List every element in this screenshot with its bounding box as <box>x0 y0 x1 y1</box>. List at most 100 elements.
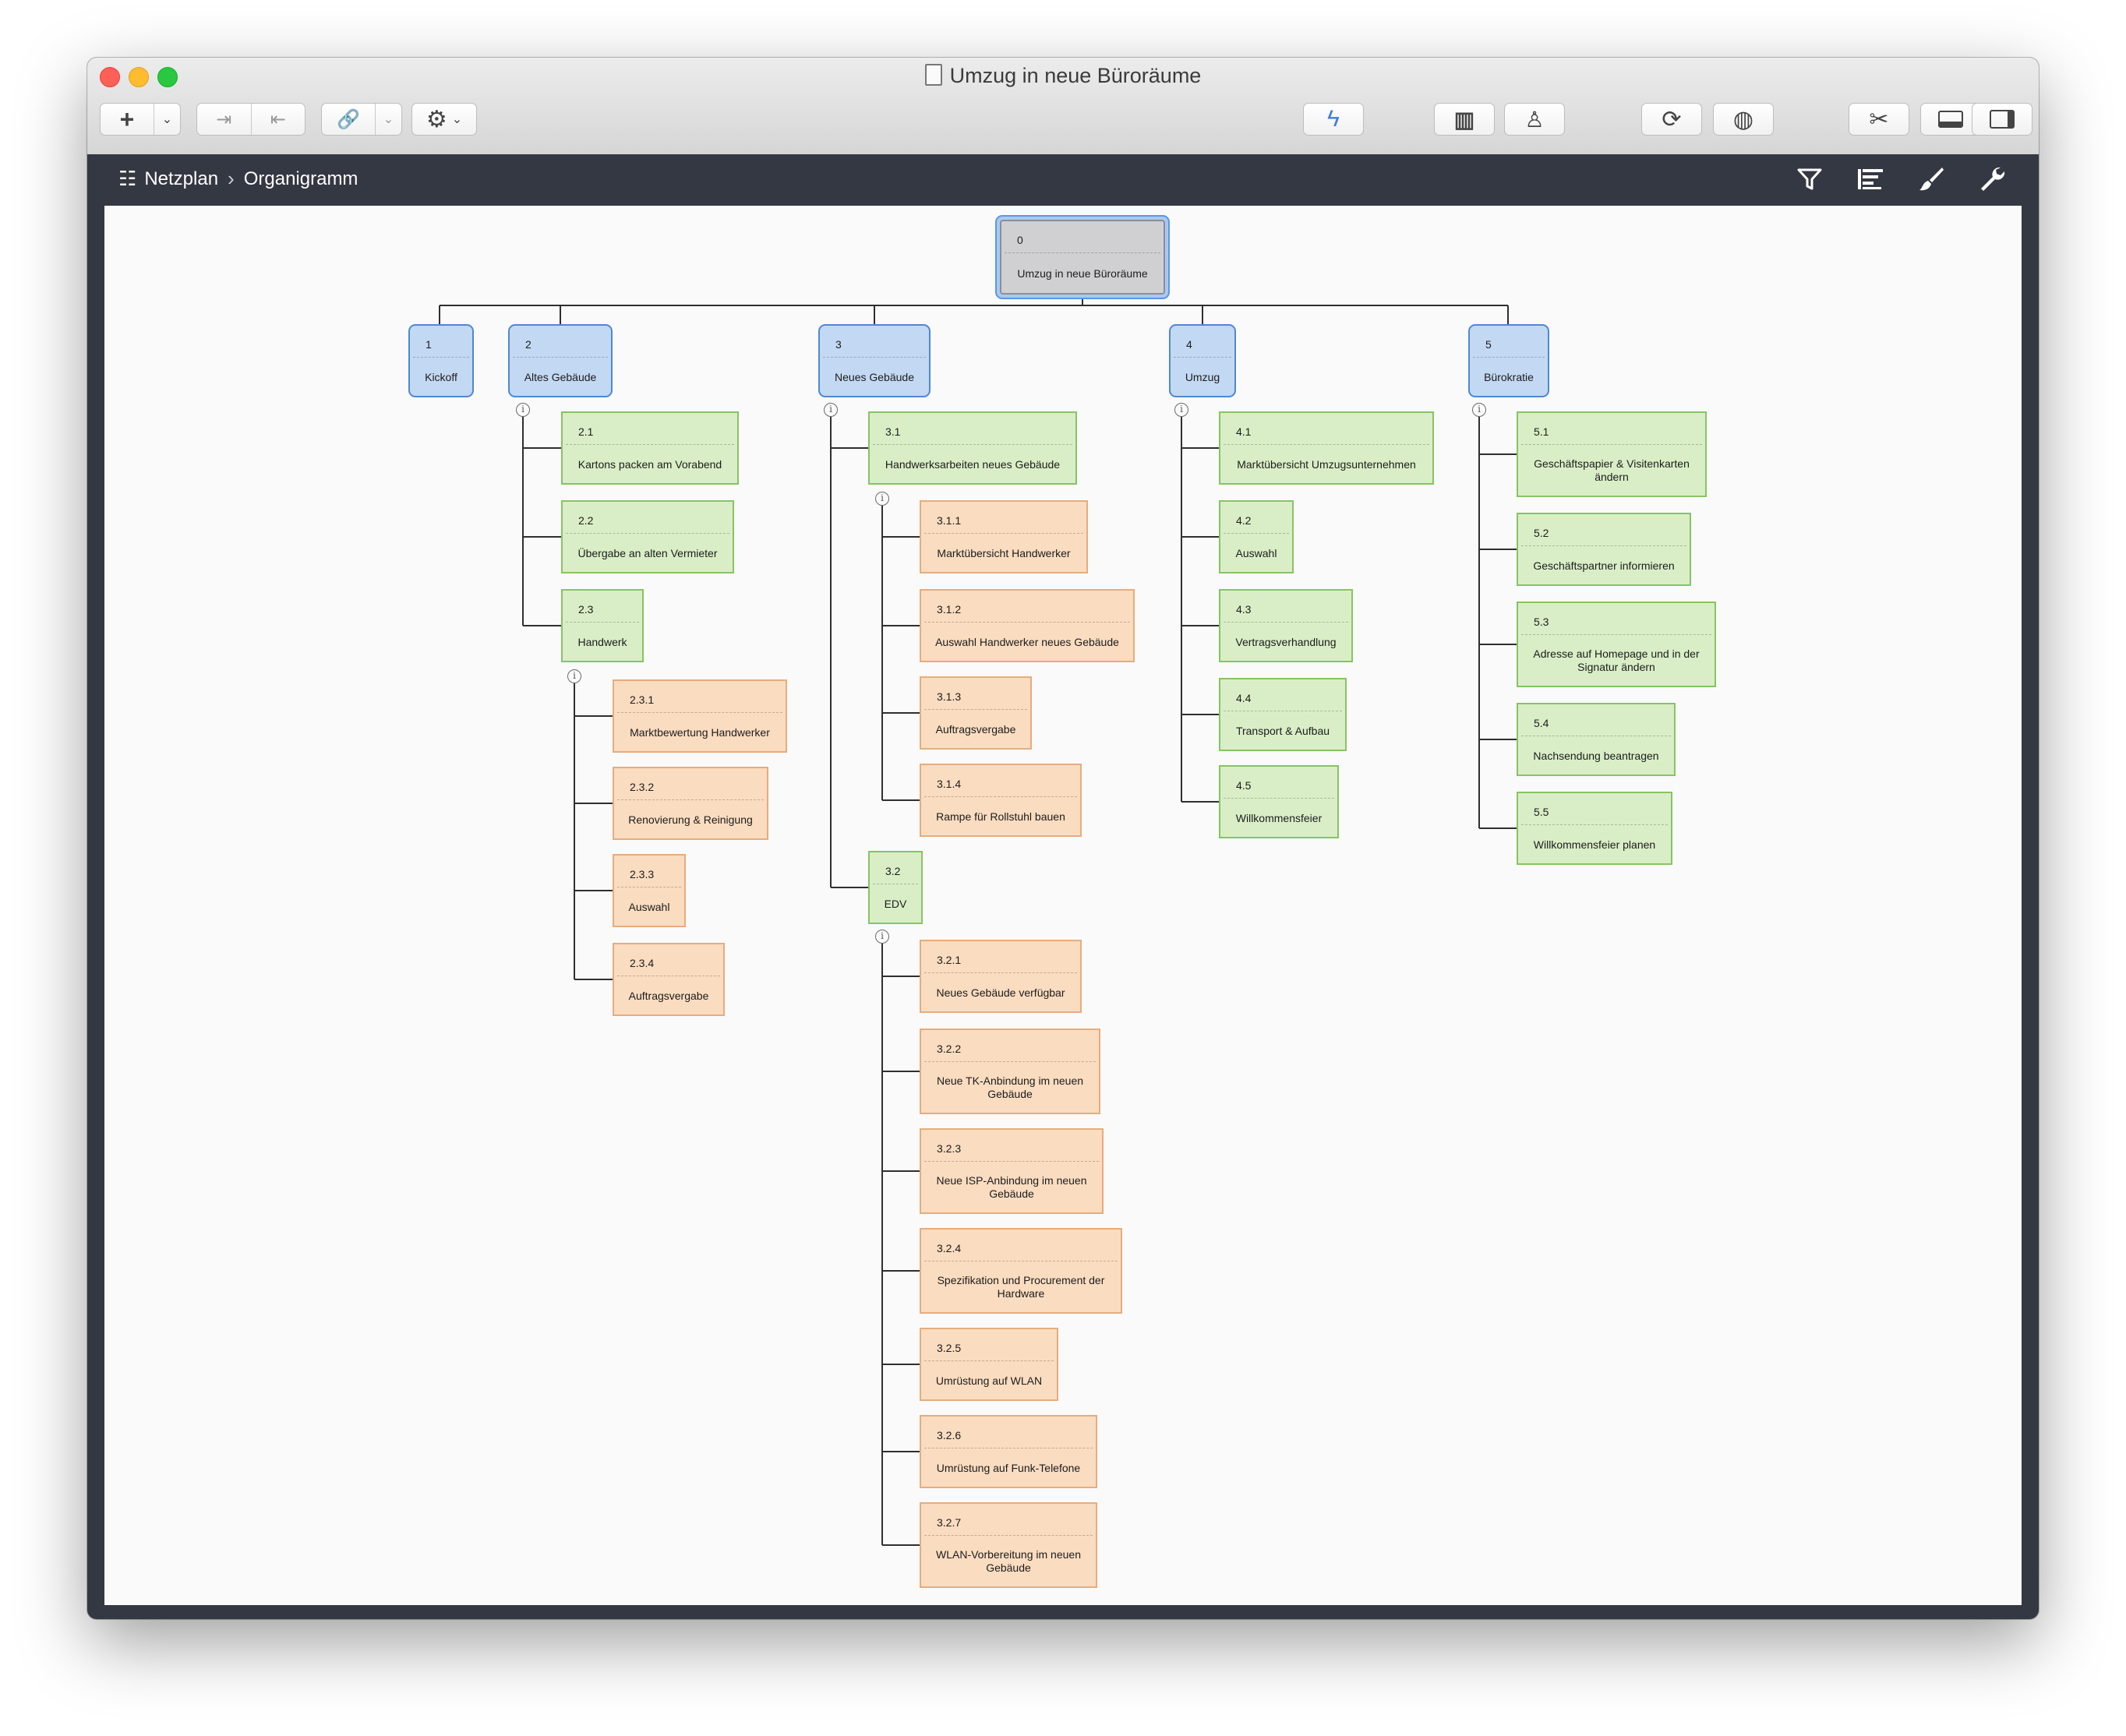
indent-button[interactable]: ⇥ <box>197 104 251 135</box>
node-number: 5.3 <box>1534 616 1549 628</box>
node-label: Marktübersicht Handwerker <box>937 546 1071 559</box>
publish-icon: ◍ <box>1732 106 1754 132</box>
settings-button[interactable]: ⚙ ⌄ <box>411 103 477 136</box>
add-menu-button[interactable]: ⌄ <box>153 104 180 135</box>
node-2-3-4[interactable]: 2.3.4 Auftragsvergabe <box>613 943 725 1016</box>
node-3-2-3[interactable]: 3.2.3 Neue ISP-Anbindung im neuen Gebäude <box>920 1128 1104 1214</box>
node-divider <box>617 712 782 713</box>
node-2-3[interactable]: 2.3 Handwerk <box>561 589 644 662</box>
node-3-1-1[interactable]: 3.1.1 Marktübersicht Handwerker <box>920 500 1088 573</box>
library-button[interactable]: ▥ <box>1434 103 1495 136</box>
app-window: Umzug in neue Büroräume + ⌄ ⇥ ⇤ 🔗 ⌄ ⚙ ⌄ ϟ… <box>87 58 2039 1619</box>
node-4-1[interactable]: 4.1 Marktübersicht Umzugsunternehmen <box>1219 411 1434 485</box>
node-2-3-2[interactable]: 2.3.2 Renovierung & Reinigung <box>613 767 768 840</box>
node-divider <box>1224 622 1348 623</box>
node-3-1-4[interactable]: 3.1.4 Rampe für Rollstuhl bauen <box>920 764 1082 837</box>
quick-entry-button[interactable]: ϟ <box>1303 103 1364 136</box>
node-3-2-7[interactable]: 3.2.7 WLAN-Vorbereitung im neuen Gebäude <box>920 1502 1097 1588</box>
node-divider <box>924 709 1027 710</box>
node-number: 3.1 <box>885 425 901 438</box>
node-3-2-5[interactable]: 3.2.5 Umrüstung auf WLAN <box>920 1328 1058 1401</box>
node-divider <box>1224 798 1334 799</box>
node-5-1[interactable]: 5.1 Geschäftspapier & Visitenkarten änder… <box>1517 411 1707 497</box>
add-button[interactable]: + <box>101 104 154 135</box>
node-number: 2.3 <box>578 603 594 616</box>
node-4[interactable]: 4 Umzug <box>1169 324 1236 397</box>
node-label: Rampe für Rollstuhl bauen <box>936 810 1065 823</box>
sync-button[interactable]: ⟳ <box>1641 103 1702 136</box>
node-3[interactable]: 3 Neues Gebäude <box>818 324 931 397</box>
node-2-2[interactable]: 2.2 Übergabe an alten Vermieter <box>561 500 734 573</box>
path-bar: ☷ Netzplan › Organigramm <box>87 154 2039 207</box>
view-tools <box>1794 164 2008 195</box>
node-label: Umzug <box>1185 370 1220 383</box>
node-5-4[interactable]: 5.4 Nachsendung beantragen <box>1517 703 1676 776</box>
node-4-3[interactable]: 4.3 Vertragsverhandlung <box>1219 589 1353 662</box>
node-label: Willkommensfeier planen <box>1533 838 1656 851</box>
node-4-2[interactable]: 4.2 Auswahl <box>1219 500 1294 573</box>
node-number: 3 <box>835 338 842 351</box>
node-5-2[interactable]: 5.2 Geschäftspartner informieren <box>1517 513 1691 586</box>
breadcrumb: ☷ Netzplan › Organigramm <box>118 167 358 191</box>
node-number: 4.5 <box>1236 779 1252 792</box>
collapse-toggle-icon[interactable]: i <box>516 403 530 417</box>
node-5[interactable]: 5 Bürokratie <box>1468 324 1549 397</box>
tools-button[interactable]: ✂ <box>1849 103 1909 136</box>
node-3-2-4[interactable]: 3.2.4 Spezifikation und Procurement der H… <box>920 1228 1122 1314</box>
node-4-5[interactable]: 4.5 Willkommensfeier <box>1219 765 1339 838</box>
breadcrumb-item-netzplan[interactable]: Netzplan <box>144 168 218 190</box>
collapse-toggle-icon[interactable]: i <box>1174 403 1188 417</box>
node-number: 2.3.4 <box>630 957 655 969</box>
node-2-3-1[interactable]: 2.3.1 Marktbewertung Handwerker <box>613 679 787 753</box>
node-number: 3.2.1 <box>937 954 962 966</box>
resources-button[interactable]: ♙ <box>1504 103 1565 136</box>
node-divider <box>823 357 926 358</box>
collapse-toggle-icon[interactable]: i <box>1472 403 1486 417</box>
node-label: Spezifikation und Procurement der Hardwa… <box>937 1274 1105 1300</box>
publish-button[interactable]: ◍ <box>1713 103 1774 136</box>
outdent-button[interactable]: ⇤ <box>250 104 305 135</box>
root-node[interactable]: 0 Umzug in neue Büroräume <box>1000 220 1165 295</box>
sync-icon: ⟳ <box>1662 106 1682 132</box>
brush-icon[interactable] <box>1916 164 1947 195</box>
node-3-2-1[interactable]: 3.2.1 Neues Gebäude verfügbar <box>920 940 1082 1013</box>
outline-icon[interactable] <box>1855 164 1886 195</box>
node-divider <box>873 444 1072 445</box>
node-2[interactable]: 2 Altes Gebäude <box>508 324 613 397</box>
node-number: 3.2 <box>885 865 901 877</box>
node-5-5[interactable]: 5.5 Willkommensfeier planen <box>1517 792 1672 865</box>
node-1[interactable]: 1 Kickoff <box>408 324 474 397</box>
node-label: Handwerk <box>577 635 627 648</box>
node-3-2-6[interactable]: 3.2.6 Umrüstung auf Funk-Telefone <box>920 1415 1097 1488</box>
node-label: Altes Gebäude <box>524 370 597 383</box>
node-divider <box>1005 252 1160 253</box>
node-label: Auswahl <box>628 900 670 913</box>
collapse-toggle-icon[interactable]: i <box>875 492 889 506</box>
node-number: 4.3 <box>1236 603 1252 616</box>
node-label: Neues Gebäude verfügbar <box>936 986 1065 999</box>
node-divider <box>413 357 469 358</box>
collapse-toggle-icon[interactable]: i <box>824 403 838 417</box>
node-5-3[interactable]: 5.3 Adresse auf Homepage und in der Signa… <box>1517 602 1716 687</box>
collapse-toggle-icon[interactable]: i <box>875 930 889 944</box>
filter-icon[interactable] <box>1794 164 1825 195</box>
node-number: 5.4 <box>1534 717 1549 729</box>
node-2-3-3[interactable]: 2.3.3 Auswahl <box>613 854 686 927</box>
node-3-1[interactable]: 3.1 Handwerksarbeiten neues Gebäude <box>868 411 1077 485</box>
node-4-4[interactable]: 4.4 Transport & Aufbau <box>1219 678 1347 751</box>
side-pane-button[interactable] <box>1972 103 2032 136</box>
node-number: 3.1.2 <box>937 603 962 616</box>
node-divider <box>1521 444 1702 445</box>
link-menu-button[interactable]: ⌄ <box>374 104 401 135</box>
node-2-1[interactable]: 2.1 Kartons packen am Vorabend <box>561 411 739 485</box>
link-button[interactable]: 🔗 <box>322 104 375 135</box>
node-3-2-2[interactable]: 3.2.2 Neue TK-Anbindung im neuen Gebäude <box>920 1029 1100 1114</box>
node-3-1-2[interactable]: 3.1.2 Auswahl Handwerker neues Gebäude <box>920 589 1135 662</box>
node-label: Adresse auf Homepage und in der Signatur… <box>1533 647 1700 673</box>
breadcrumb-item-organigramm[interactable]: Organigramm <box>244 168 358 190</box>
node-3-2[interactable]: 3.2 EDV <box>868 851 923 924</box>
node-3-1-3[interactable]: 3.1.3 Auftragsvergabe <box>920 676 1032 750</box>
node-label: Vertragsverhandlung <box>1235 635 1337 648</box>
wrench-icon[interactable] <box>1976 164 2008 195</box>
collapse-toggle-icon[interactable]: i <box>567 669 581 683</box>
